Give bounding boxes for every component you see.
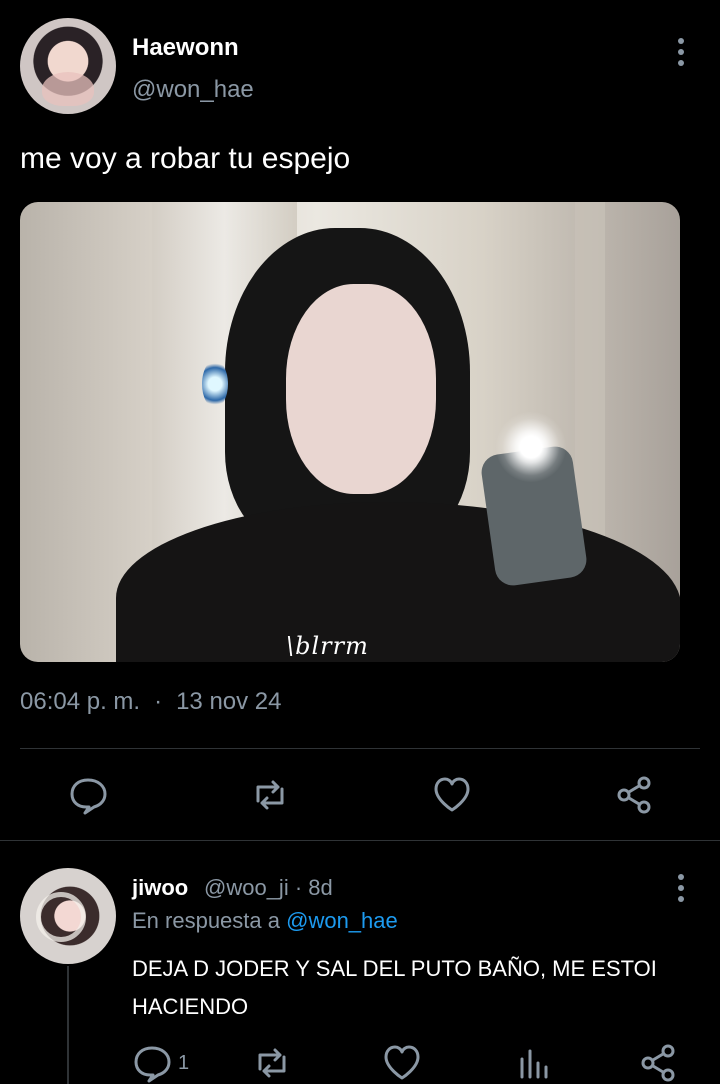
reply-context: En respuesta a @won_hae xyxy=(132,908,398,934)
author-handle[interactable]: @won_hae xyxy=(132,76,254,104)
share-icon xyxy=(641,1044,675,1082)
reply-share-button[interactable] xyxy=(636,1040,680,1084)
repost-icon xyxy=(258,1048,286,1078)
tweet-actions xyxy=(0,772,720,822)
retweet-button[interactable] xyxy=(248,772,292,818)
reply-handle-time[interactable]: @woo_ji · 8d xyxy=(204,875,333,901)
reply-count: 1 xyxy=(178,1051,190,1074)
reply-comment-button[interactable]: 1 xyxy=(130,1040,189,1084)
reply-tweet[interactable]: jiwoo @woo_ji · 8d En respuesta a @won_h… xyxy=(0,842,720,1084)
tweet-header: Haewonn @won_hae xyxy=(20,18,700,118)
tweet-text: me voy a robar tu espejo xyxy=(20,142,351,175)
reply-views-button[interactable] xyxy=(510,1040,554,1084)
share-button[interactable] xyxy=(612,772,656,818)
author-display-name[interactable]: Haewonn xyxy=(132,34,239,62)
photo-person-face xyxy=(286,284,436,494)
share-icon xyxy=(617,776,651,814)
photo-hoodie-print: \blrrm xyxy=(286,632,369,660)
bar-chart-icon xyxy=(520,1049,548,1079)
section-divider xyxy=(0,840,720,841)
photo-flash-glare xyxy=(496,412,566,482)
reply-more-vertical-icon[interactable] xyxy=(672,874,690,902)
more-vertical-icon[interactable] xyxy=(672,38,690,66)
heart-icon xyxy=(434,777,470,812)
photo-lens-flare xyxy=(202,360,228,408)
reply-actions: 1 xyxy=(0,1040,720,1084)
heart-icon xyxy=(384,1045,420,1080)
reply-like-button[interactable] xyxy=(380,1040,424,1084)
comment-icon xyxy=(70,778,107,815)
reply-button[interactable] xyxy=(66,772,110,818)
tweet-timestamp[interactable]: 06:04 p. m. · 13 nov 24 xyxy=(20,688,282,716)
repost-icon xyxy=(256,780,284,810)
divider xyxy=(20,748,700,749)
reply-mention-link[interactable]: @won_hae xyxy=(286,908,398,933)
author-avatar[interactable] xyxy=(20,18,116,114)
tweet-date[interactable]: 13 nov 24 xyxy=(176,688,281,715)
reply-retweet-button[interactable] xyxy=(250,1040,294,1084)
tweet-photo[interactable]: \blrrm xyxy=(20,202,680,662)
comment-icon xyxy=(134,1046,171,1083)
timestamp-separator: · xyxy=(154,688,163,715)
reply-text: DEJA D JODER Y SAL DEL PUTO BAÑO, ME EST… xyxy=(132,956,657,1019)
tweet-time[interactable]: 06:04 p. m. xyxy=(20,688,140,715)
reply-author-name[interactable]: jiwoo xyxy=(132,875,188,901)
reply-context-label: En respuesta a xyxy=(132,908,280,933)
reply-author-avatar[interactable] xyxy=(20,868,116,964)
like-button[interactable] xyxy=(430,772,474,818)
